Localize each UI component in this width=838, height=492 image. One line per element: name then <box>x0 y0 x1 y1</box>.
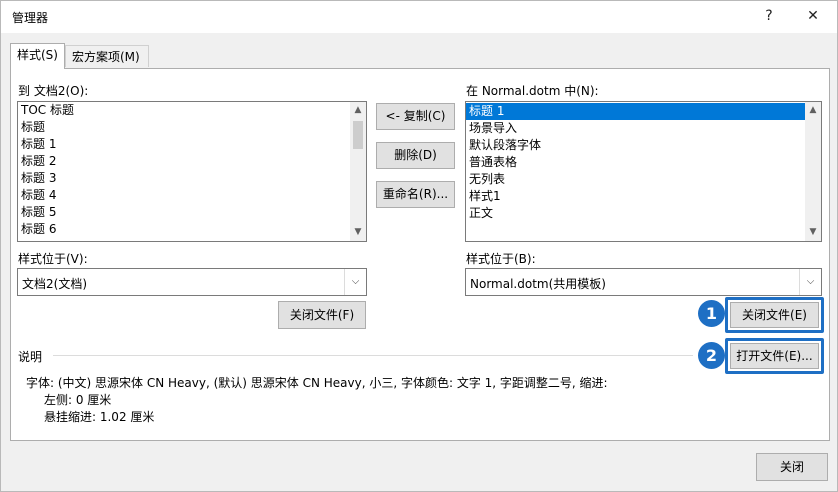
rename-button[interactable]: 重命名(R)... <box>376 181 455 208</box>
right-list-label: 在 Normal.dotm 中(N): <box>466 84 599 98</box>
left-list-item[interactable]: 标题 <box>18 119 366 136</box>
close-icon[interactable]: ✕ <box>799 5 827 27</box>
tab-macro-project-items[interactable]: 宏方案项(M) <box>65 45 149 67</box>
right-list-item[interactable]: 场景导入 <box>466 120 821 137</box>
right-list-item[interactable]: 标题 1 <box>466 103 821 120</box>
close-dialog-button[interactable]: 关闭 <box>756 453 828 481</box>
left-list-item[interactable]: 标题 3 <box>18 170 366 187</box>
left-style-list[interactable]: TOC 标题 标题 标题 1 标题 2 标题 3 标题 4 标题 5 标题 6 ▲ ▼ <box>17 101 367 242</box>
open-file-button[interactable]: 打开文件(E)... <box>730 343 819 369</box>
scroll-up-icon[interactable]: ▲ <box>350 102 366 119</box>
scroll-up-icon[interactable]: ▲ <box>805 102 821 119</box>
right-close-file-button[interactable]: 关闭文件(E) <box>730 302 819 328</box>
chevron-down-icon[interactable]: ⌵ <box>799 269 821 295</box>
right-location-combo[interactable]: Normal.dotm(共用模板) ⌵ <box>465 268 822 296</box>
left-list-item[interactable]: 标题 2 <box>18 153 366 170</box>
right-list-scrollbar[interactable]: ▲ ▼ <box>805 102 821 241</box>
description-label: 说明 <box>18 350 43 364</box>
left-location-combo[interactable]: 文档2(文档) ⌵ <box>17 268 367 296</box>
description-line-3: 悬挂缩进: 1.02 厘米 <box>44 410 155 424</box>
right-list-item[interactable]: 无列表 <box>466 171 821 188</box>
right-list-item[interactable]: 样式1 <box>466 188 821 205</box>
left-list-item[interactable]: 标题 1 <box>18 136 366 153</box>
copy-button[interactable]: <- 复制(C) <box>376 103 455 130</box>
description-line-2: 左侧: 0 厘米 <box>44 393 112 407</box>
left-location-label: 样式位于(V): <box>18 252 88 266</box>
step-badge-1: 1 <box>698 300 725 327</box>
right-list-item[interactable]: 普通表格 <box>466 154 821 171</box>
left-list-item[interactable]: 标题 6 <box>18 221 366 238</box>
tab-styles[interactable]: 样式(S) <box>10 43 65 69</box>
scroll-down-icon[interactable]: ▼ <box>805 224 821 241</box>
left-close-file-button[interactable]: 关闭文件(F) <box>278 301 366 329</box>
left-list-item[interactable]: 标题 4 <box>18 187 366 204</box>
description-line-1: 字体: (中文) 思源宋体 CN Heavy, (默认) 思源宋体 CN Hea… <box>26 376 608 390</box>
scroll-thumb[interactable] <box>353 121 363 149</box>
organizer-dialog: 管理器 ? ✕ 样式(S) 宏方案项(M) 到 文档2(O): TOC 标题 标题… <box>0 0 838 492</box>
right-style-list[interactable]: 标题 1 场景导入 默认段落字体 普通表格 无列表 样式1 正文 ▲ ▼ <box>465 101 822 242</box>
right-location-value: Normal.dotm(共用模板) <box>470 277 606 291</box>
description-separator <box>53 355 693 356</box>
right-list-item[interactable]: 正文 <box>466 205 821 222</box>
left-list-scrollbar[interactable]: ▲ ▼ <box>350 102 366 241</box>
left-list-label: 到 文档2(O): <box>18 84 89 98</box>
right-list-item[interactable]: 默认段落字体 <box>466 137 821 154</box>
scroll-down-icon[interactable]: ▼ <box>350 224 366 241</box>
left-list-item[interactable]: TOC 标题 <box>18 102 366 119</box>
title-bar: 管理器 ? ✕ <box>1 1 837 33</box>
delete-button[interactable]: 删除(D) <box>376 142 455 169</box>
help-icon[interactable]: ? <box>755 5 783 27</box>
chevron-down-icon[interactable]: ⌵ <box>344 269 366 295</box>
left-list-item[interactable]: 标题 5 <box>18 204 366 221</box>
left-location-value: 文档2(文档) <box>22 277 87 291</box>
right-location-label: 样式位于(B): <box>466 252 536 266</box>
window-title: 管理器 <box>12 11 49 25</box>
step-badge-2: 2 <box>698 342 725 369</box>
